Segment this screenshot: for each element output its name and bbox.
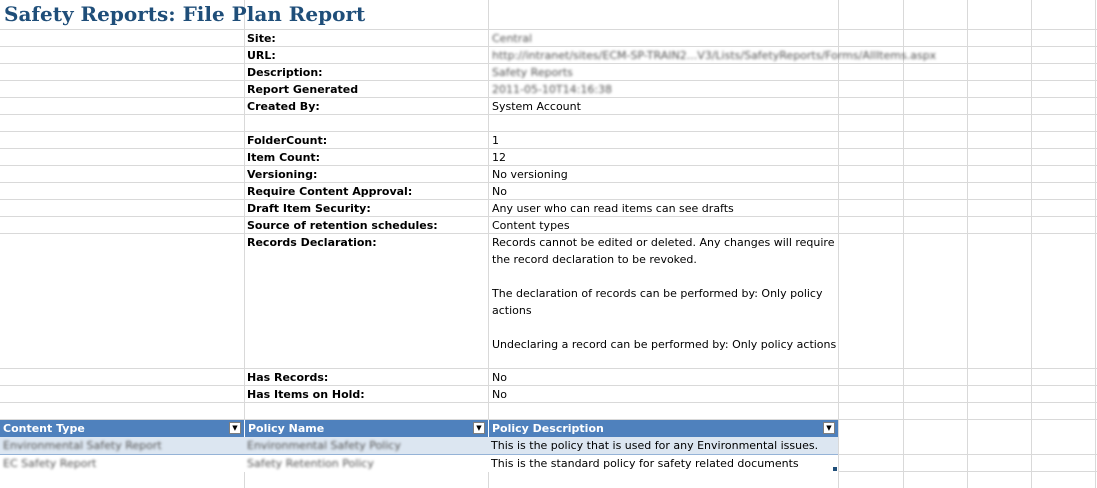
- row-divider: [0, 385, 1097, 386]
- records-declaration-paragraph: The declaration of records can be perfor…: [492, 287, 823, 317]
- content-type-header-label: Content Type: [3, 422, 85, 435]
- policy-description-header[interactable]: Policy Description ▼: [488, 420, 838, 437]
- versioning-value[interactable]: No versioning: [492, 166, 568, 183]
- content-approval-label[interactable]: Require Content Approval:: [247, 183, 412, 200]
- has-records-label[interactable]: Has Records:: [247, 369, 328, 386]
- filter-dropdown-icon[interactable]: ▼: [823, 422, 835, 434]
- retention-source-label[interactable]: Source of retention schedules:: [247, 217, 438, 234]
- item-count-value[interactable]: 12: [492, 149, 506, 166]
- created-by-value[interactable]: System Account: [492, 98, 581, 115]
- column-divider: [1031, 0, 1032, 488]
- items-on-hold-label[interactable]: Has Items on Hold:: [247, 386, 365, 403]
- created-by-label[interactable]: Created By:: [247, 98, 320, 115]
- policy-description-cell[interactable]: This is the policy that is used for any …: [488, 437, 838, 454]
- content-type-header[interactable]: Content Type ▼: [0, 420, 244, 437]
- records-declaration-value[interactable]: Records cannot be edited or deleted. Any…: [492, 234, 838, 370]
- records-declaration-paragraph: Undeclaring a record can be performed by…: [492, 338, 837, 351]
- column-divider: [244, 0, 245, 488]
- row-divider: [0, 131, 1097, 132]
- row-divider: [0, 29, 1097, 30]
- row-divider: [0, 148, 1097, 149]
- policy-name-cell[interactable]: Safety Retention Policy: [244, 455, 488, 472]
- records-declaration-label[interactable]: Records Declaration:: [247, 234, 377, 251]
- content-approval-value[interactable]: No: [492, 183, 507, 200]
- records-declaration-paragraph: Records cannot be edited or deleted. Any…: [492, 236, 835, 266]
- folder-count-value[interactable]: 1: [492, 132, 499, 149]
- item-count-label[interactable]: Item Count:: [247, 149, 320, 166]
- policy-description-cell[interactable]: This is the standard policy for safety r…: [488, 455, 838, 472]
- row-divider: [0, 402, 1097, 403]
- table-row-divider: [0, 454, 838, 455]
- content-type-cell[interactable]: Environmental Safety Report: [0, 437, 244, 454]
- url-label[interactable]: URL:: [247, 47, 276, 64]
- column-divider: [903, 0, 904, 488]
- url-value[interactable]: http://intranet/sites/ECM-SP-TRAIN2...V3…: [492, 47, 936, 64]
- table-resize-handle[interactable]: [833, 467, 837, 471]
- policy-description-header-label: Policy Description: [492, 422, 604, 435]
- has-records-value[interactable]: No: [492, 369, 507, 386]
- report-generated-value[interactable]: 2011-05-10T14:16:38: [492, 81, 612, 98]
- description-value[interactable]: Safety Reports: [492, 64, 573, 81]
- filter-dropdown-icon[interactable]: ▼: [473, 422, 485, 434]
- column-divider: [967, 0, 968, 488]
- report-title[interactable]: Safety Reports: File Plan Report: [4, 2, 365, 26]
- table-row[interactable]: EC Safety Report Safety Retention Policy…: [0, 455, 838, 472]
- table-row[interactable]: Environmental Safety Report Environmenta…: [0, 437, 838, 454]
- column-divider: [488, 0, 489, 488]
- column-divider: [1095, 0, 1096, 488]
- draft-security-label[interactable]: Draft Item Security:: [247, 200, 371, 217]
- retention-source-value[interactable]: Content types: [492, 217, 570, 234]
- folder-count-label[interactable]: FolderCount:: [247, 132, 327, 149]
- policy-name-cell[interactable]: Environmental Safety Policy: [244, 437, 488, 454]
- versioning-label[interactable]: Versioning:: [247, 166, 317, 183]
- content-type-cell[interactable]: EC Safety Report: [0, 455, 244, 472]
- description-label[interactable]: Description:: [247, 64, 323, 81]
- report-generated-label[interactable]: Report Generated: [247, 81, 358, 98]
- column-divider: [838, 0, 839, 488]
- site-label[interactable]: Site:: [247, 30, 276, 47]
- policy-name-header-label: Policy Name: [248, 422, 325, 435]
- draft-security-value[interactable]: Any user who can read items can see draf…: [492, 200, 734, 217]
- items-on-hold-value[interactable]: No: [492, 386, 507, 403]
- site-value[interactable]: Central: [492, 30, 532, 47]
- spreadsheet-grid[interactable]: Safety Reports: File Plan Report Site: C…: [0, 0, 1097, 488]
- filter-dropdown-icon[interactable]: ▼: [229, 422, 241, 434]
- policy-name-header[interactable]: Policy Name ▼: [244, 420, 488, 437]
